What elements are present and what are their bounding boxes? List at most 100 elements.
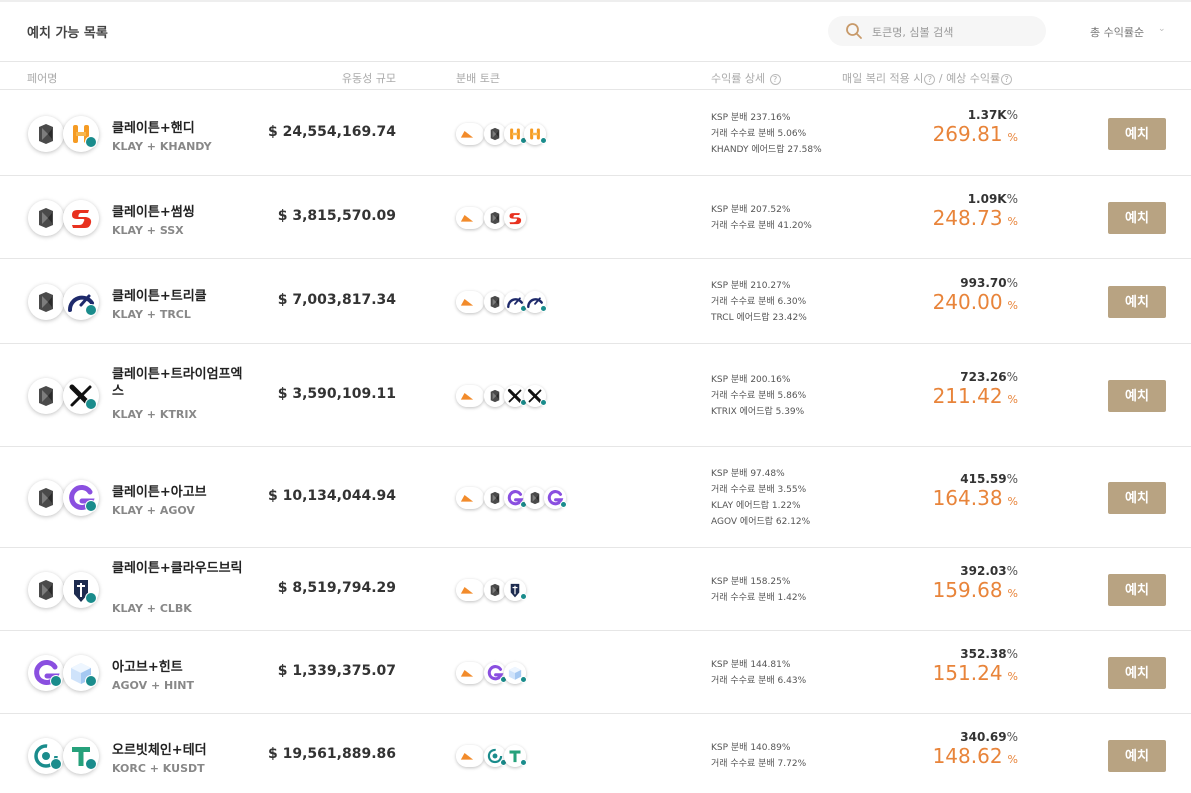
bridge-badge-icon bbox=[50, 757, 62, 770]
ksp-icon bbox=[456, 578, 484, 601]
bridge-badge-icon bbox=[50, 674, 62, 687]
pair-name: 클레이튼+트리클 bbox=[112, 288, 207, 304]
yield-detail-item: AGOV 에어드랍 62.12% bbox=[711, 516, 811, 527]
yield-detail-item: 거래 수수료 분배 6.43% bbox=[711, 675, 807, 686]
ktrix-icon bbox=[504, 384, 527, 407]
pool-row: 클레이튼+썸씽 KLAY + SSX $ 3,815,570.09 KSP 분배 20… bbox=[0, 176, 1191, 259]
daily-compound-yield: 723.26% bbox=[960, 369, 1018, 384]
deposit-button[interactable]: 예치 bbox=[1108, 285, 1166, 318]
liquidity-value: $ 3,590,109.11 bbox=[277, 385, 396, 402]
klay-icon bbox=[28, 479, 64, 516]
bridge-badge-icon bbox=[520, 758, 527, 766]
yield-detail-item: 거래 수수료 분배 3.55% bbox=[711, 484, 807, 495]
pair-name: 클레이튼+클라우드브릭 bbox=[112, 560, 243, 576]
bridge-badge-icon bbox=[540, 304, 547, 312]
yield-detail-item: KSP 분배 144.81% bbox=[711, 659, 791, 670]
yield-detail-item: TRCL 에어드랍 23.42% bbox=[711, 312, 807, 323]
bridge-badge-icon bbox=[85, 591, 97, 604]
pair-name: 클레이튼+트라이엄프엑스 bbox=[112, 366, 243, 399]
ksp-icon bbox=[456, 486, 484, 509]
bridge-badge-icon bbox=[85, 303, 97, 316]
daily-compound-yield: 1.09K% bbox=[967, 191, 1018, 206]
deposit-button[interactable]: 예치 bbox=[1108, 117, 1166, 150]
search-icon bbox=[846, 23, 862, 39]
yield-detail-item: 거래 수수료 분배 5.86% bbox=[711, 390, 807, 401]
klay-icon bbox=[484, 122, 506, 145]
yield-detail-item: KLAY 에어드랍 1.22% bbox=[711, 500, 801, 511]
bridge-badge-icon bbox=[540, 398, 547, 406]
search-input[interactable]: 토큰명, 심볼 검색 bbox=[828, 16, 1046, 46]
column-headers: 페어명 유동성 규모 분배 토큰 수익률 상세 ? 매일 복리 적용 시? / … bbox=[0, 62, 1191, 90]
pair-symbols: KLAY + AGOV bbox=[112, 503, 195, 517]
expected-yield: 248.73% bbox=[932, 205, 1018, 230]
page-title: 예치 가능 목록 bbox=[27, 26, 108, 41]
yield-detail-item: 거래 수수료 분배 7.72% bbox=[711, 758, 807, 769]
yield-detail-item: KTRIX 에어드랍 5.39% bbox=[711, 406, 805, 417]
search-placeholder: 토큰명, 심볼 검색 bbox=[872, 26, 954, 39]
pair-name: 클레이튼+아고브 bbox=[112, 484, 207, 500]
pair-symbols: KLAY + CLBK bbox=[112, 601, 192, 615]
daily-compound-yield: 1.37K% bbox=[967, 107, 1018, 122]
expected-yield: 211.42% bbox=[932, 383, 1018, 408]
yield-detail-item: KSP 분배 140.89% bbox=[711, 742, 791, 753]
chevron-down-icon[interactable]: ⌄ bbox=[1158, 24, 1166, 34]
daily-compound-yield: 415.59% bbox=[960, 471, 1018, 486]
bridge-badge-icon bbox=[85, 499, 97, 512]
daily-compound-yield: 352.38% bbox=[960, 646, 1018, 661]
pair-symbols: AGOV + HINT bbox=[112, 678, 194, 692]
ssx-icon bbox=[63, 199, 99, 236]
hint-icon bbox=[504, 661, 527, 684]
expected-yield: 159.68% bbox=[932, 577, 1018, 602]
liquidity-value: $ 7,003,817.34 bbox=[277, 291, 396, 308]
pair-symbols: KLAY + TRCL bbox=[112, 307, 191, 321]
ssx-icon bbox=[504, 206, 526, 229]
pool-row: 클레이튼+아고브 KLAY + AGOV $ 10,134,044.94 KSP 분배… bbox=[0, 447, 1191, 548]
bridge-badge-icon bbox=[520, 592, 527, 600]
yield-detail-list: KSP 분배 97.48% 거래 수수료 분배 3.55% KLAY 에어드랍 1.… bbox=[711, 466, 810, 530]
deposit-button[interactable]: 예치 bbox=[1108, 656, 1166, 689]
klay-icon bbox=[484, 290, 506, 313]
help-icon[interactable]: ? bbox=[1001, 73, 1013, 85]
expected-yield: 240.00% bbox=[932, 289, 1018, 314]
klay-icon bbox=[484, 206, 506, 229]
yield-detail-item: KSP 분배 200.16% bbox=[711, 374, 791, 385]
pool-row: 오르빗체인+테더 KORC + KUSDT $ 19,561,889.86 KSP 분… bbox=[0, 714, 1191, 793]
pool-row: 클레이튼+트라이엄프엑스 KLAY + KTRIX $ 3,590,109.11 KS… bbox=[0, 344, 1191, 447]
deposit-button[interactable]: 예치 bbox=[1108, 739, 1166, 772]
bridge-badge-icon bbox=[85, 397, 97, 410]
expected-yield: 148.62% bbox=[932, 743, 1018, 768]
trcl-icon bbox=[524, 290, 547, 313]
agov-icon bbox=[504, 486, 527, 509]
klay-icon bbox=[28, 199, 64, 236]
pair-name: 클레이튼+핸디 bbox=[112, 120, 195, 136]
yield-detail-list: KSP 분배 200.16% 거래 수수료 분배 5.86% KTRIX 에어드랍 … bbox=[711, 372, 806, 420]
pool-row: 클레이튼+클라우드브릭 KLAY + CLBK $ 8,519,794.29 KSP … bbox=[0, 548, 1191, 631]
sort-dropdown[interactable]: 총 수익률순 bbox=[1090, 24, 1144, 40]
list-header: 예치 가능 목록 토큰명, 심볼 검색 총 수익률순 ⌄ bbox=[0, 0, 1191, 62]
help-icon[interactable]: ? bbox=[769, 73, 781, 85]
deposit-button[interactable]: 예치 bbox=[1108, 201, 1166, 234]
pool-row: 아고브+힌트 AGOV + HINT $ 1,339,375.07 KSP 분배 14… bbox=[0, 631, 1191, 714]
pair-symbols: KLAY + SSX bbox=[112, 223, 184, 237]
yield-detail-item: KSP 분배 210.27% bbox=[711, 280, 791, 291]
kusdt-icon bbox=[504, 744, 527, 767]
pair-symbols: KLAY + KHANDY bbox=[112, 139, 212, 153]
trcl-icon bbox=[504, 290, 527, 313]
clbk-icon bbox=[504, 578, 527, 601]
yield-detail-list: KSP 분배 237.16% 거래 수수료 분배 5.06% KHANDY 에어드랍… bbox=[711, 110, 822, 158]
help-icon[interactable]: ? bbox=[924, 73, 936, 85]
liquidity-value: $ 24,554,169.74 bbox=[268, 123, 396, 140]
agov-icon bbox=[484, 661, 507, 684]
liquidity-value: $ 3,815,570.09 bbox=[277, 207, 396, 224]
deposit-button[interactable]: 예치 bbox=[1108, 573, 1166, 606]
liquidity-value: $ 1,339,375.07 bbox=[277, 662, 396, 679]
bridge-badge-icon bbox=[560, 500, 567, 508]
liquidity-value: $ 10,134,044.94 bbox=[268, 487, 396, 504]
deposit-button[interactable]: 예치 bbox=[1108, 481, 1166, 514]
khandy-icon bbox=[504, 122, 527, 145]
deposit-button[interactable]: 예치 bbox=[1108, 379, 1166, 412]
pool-row: 클레이튼+트리클 KLAY + TRCL $ 7,003,817.34 KSP 분배 … bbox=[0, 259, 1191, 344]
ksp-icon bbox=[456, 122, 484, 145]
klay-icon bbox=[524, 486, 546, 509]
klay-icon bbox=[28, 115, 64, 152]
